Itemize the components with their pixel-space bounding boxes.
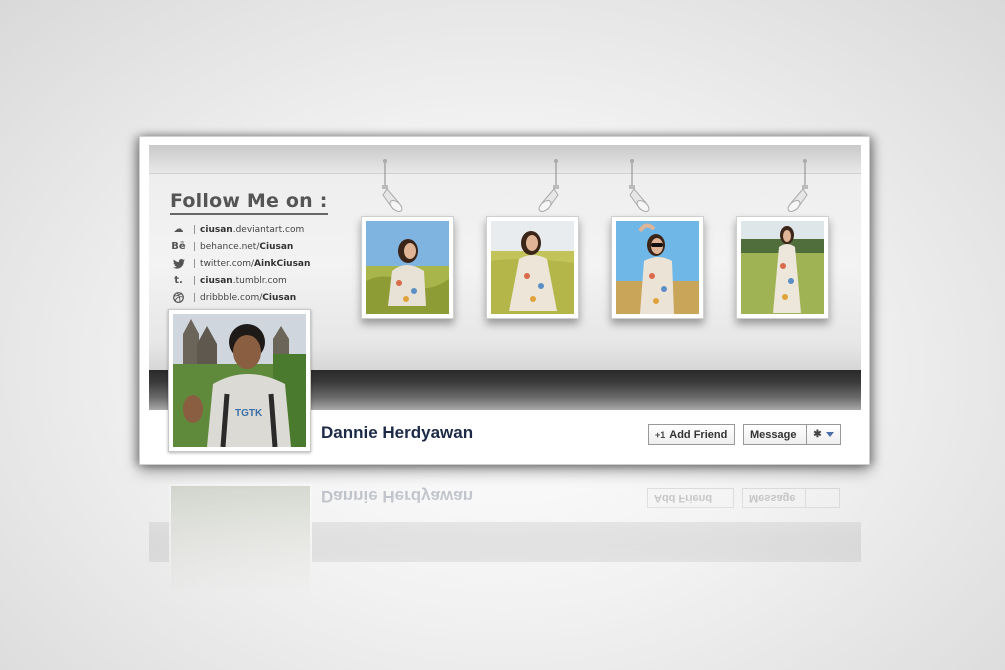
profile-picture[interactable]: TGTK bbox=[168, 309, 311, 452]
message-button[interactable]: Message bbox=[743, 424, 807, 445]
dribbble-icon bbox=[170, 291, 187, 304]
social-link-twitter[interactable]: | twitter.com/AinkCiusan bbox=[170, 255, 310, 272]
profile-card: Follow Me on : ☁ | ciusan .deviantart.com… bbox=[139, 136, 870, 465]
reflection-name: Dannie Herdyawan bbox=[321, 487, 474, 506]
cover-ceiling bbox=[149, 145, 861, 174]
photo-image bbox=[366, 221, 449, 314]
card-reflection: Dannie Herdyawan Add Friend Message bbox=[139, 466, 870, 596]
add-friend-icon: +1 bbox=[655, 429, 666, 440]
gallery-photo-2[interactable] bbox=[486, 216, 579, 319]
social-link-dribbble[interactable]: | dribbble.com/Ciusan bbox=[170, 289, 310, 306]
tumblr-icon: t. bbox=[174, 275, 183, 286]
svg-text:TGTK: TGTK bbox=[235, 408, 263, 419]
lamp-icon bbox=[538, 159, 559, 212]
social-link-behance[interactable]: Bē | behance.net/Ciusan bbox=[170, 238, 310, 255]
chevron-down-icon bbox=[825, 432, 834, 437]
behance-icon: Bē bbox=[171, 241, 186, 252]
gallery-photo-3[interactable] bbox=[611, 216, 704, 319]
social-link-tumblr[interactable]: t. | ciusan .tumblr.com bbox=[170, 272, 310, 289]
reflection-avatar bbox=[169, 484, 312, 596]
reflection-settings bbox=[805, 488, 840, 508]
deviantart-icon: ☁ bbox=[173, 224, 184, 235]
follow-title: Follow Me on : bbox=[170, 190, 328, 215]
reflection-add-friend: Add Friend bbox=[647, 488, 734, 508]
gallery-photo-4[interactable] bbox=[736, 216, 829, 319]
add-friend-button[interactable]: +1 Add Friend bbox=[648, 424, 735, 445]
social-link-deviantart[interactable]: ☁ | ciusan .deviantart.com bbox=[170, 221, 310, 238]
gallery-photo-1[interactable] bbox=[361, 216, 454, 319]
lamp-icon bbox=[629, 159, 650, 212]
lamp-icon bbox=[382, 159, 403, 212]
avatar: TGTK bbox=[173, 314, 306, 447]
settings-dropdown-button[interactable]: ✱ bbox=[806, 424, 841, 445]
photo-image bbox=[741, 221, 824, 314]
photo-image bbox=[616, 221, 699, 314]
social-links: ☁ | ciusan .deviantart.com Bē | behance.n… bbox=[170, 221, 310, 306]
photo-image bbox=[491, 221, 574, 314]
gear-icon: ✱ bbox=[813, 429, 822, 440]
twitter-icon bbox=[170, 257, 187, 270]
reflection-message: Message bbox=[742, 488, 806, 508]
profile-name[interactable]: Dannie Herdyawan bbox=[321, 423, 473, 443]
lamp-icon bbox=[787, 159, 808, 212]
